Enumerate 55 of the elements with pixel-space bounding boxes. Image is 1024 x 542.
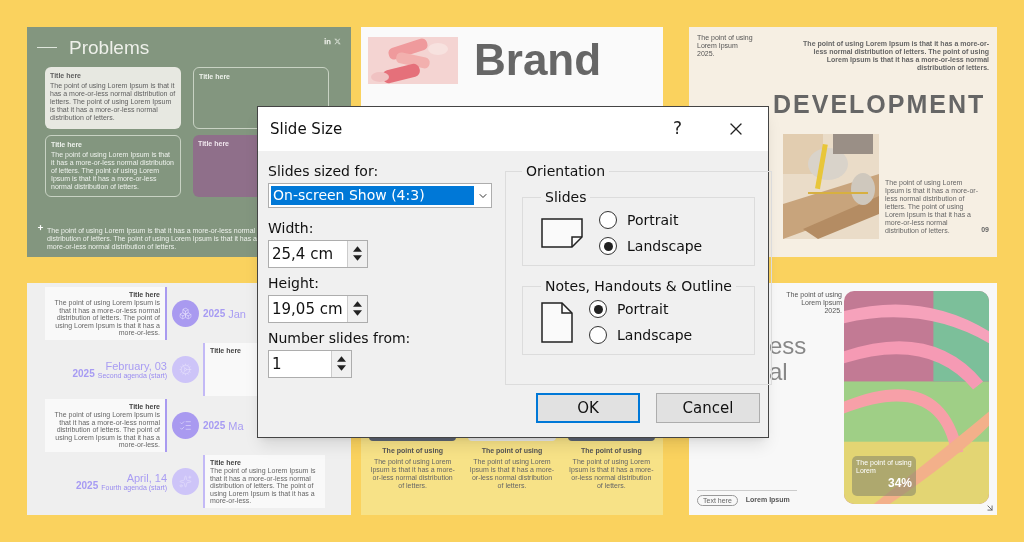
- radio-label: Portrait: [617, 300, 669, 319]
- portrait-page-icon: [541, 301, 573, 343]
- date-text: Ma: [228, 419, 244, 432]
- linkedin-icon: [324, 38, 331, 45]
- up-arrow-icon[interactable]: [337, 356, 346, 362]
- down-arrow-icon[interactable]: [353, 255, 362, 261]
- date-text: Jan: [228, 307, 246, 320]
- spin-field[interactable]: 1: [268, 350, 352, 378]
- slide-title: DEVELOPMENT: [773, 90, 987, 118]
- group-label: Slides: [545, 189, 587, 205]
- field-value: 19,05 cm: [271, 299, 344, 320]
- year-text: 2025: [76, 479, 99, 492]
- plus-icon: [37, 224, 44, 231]
- year-text: 2025: [203, 419, 226, 432]
- window-title: Slide Size: [270, 118, 343, 140]
- arrow-icon: [985, 503, 995, 513]
- radio-label: Landscape: [627, 237, 703, 256]
- size-dropdown[interactable]: On-screen Show (4:3): [268, 183, 492, 208]
- field-value: 1: [271, 354, 283, 375]
- selected-value: On-screen Show (4:3): [271, 186, 474, 205]
- date-text: April, 14: [126, 471, 167, 484]
- help-button[interactable]: ?: [668, 116, 686, 142]
- field-label: Number slides from:: [268, 329, 412, 348]
- radio-button[interactable]: [599, 211, 617, 229]
- year-text: 2025: [72, 367, 95, 380]
- up-arrow-icon[interactable]: [353, 301, 362, 307]
- field-value: 25,4 cm: [271, 244, 335, 265]
- radio-label: Landscape: [617, 326, 693, 345]
- group-label: Orientation: [526, 163, 606, 179]
- field-label: Height:: [268, 274, 320, 293]
- dialog-button[interactable]: Cancel: [656, 393, 760, 423]
- down-arrow-icon[interactable]: [337, 365, 346, 371]
- stat-value: 34%: [887, 475, 912, 491]
- timeline-icon: [178, 419, 192, 432]
- date-text: February, 03: [105, 359, 167, 372]
- radio-button[interactable]: [599, 237, 617, 255]
- down-arrow-icon[interactable]: [353, 310, 362, 316]
- slide-title: Brand: [474, 35, 602, 85]
- field-label: Width:: [268, 219, 315, 238]
- field-label: Slides sized for:: [268, 162, 380, 181]
- heading-text: ess: [769, 333, 808, 359]
- radio-label: Portrait: [627, 211, 679, 230]
- x-icon: [334, 38, 341, 45]
- year-text: 2025: [203, 307, 226, 320]
- dialog-button[interactable]: OK: [536, 393, 640, 423]
- spin-field[interactable]: 25,4 cm: [268, 240, 368, 268]
- group-label: Notes, Handouts & Outline: [545, 278, 732, 294]
- timeline-icon: [178, 307, 192, 320]
- radio-button[interactable]: [589, 300, 607, 318]
- spin-field[interactable]: 19,05 cm: [268, 295, 368, 323]
- radio-button[interactable]: [589, 326, 607, 344]
- slide-title: Problems: [69, 37, 150, 59]
- up-arrow-icon[interactable]: [353, 246, 362, 252]
- landscape-page-icon: [541, 218, 583, 248]
- timeline-icon: [178, 363, 192, 376]
